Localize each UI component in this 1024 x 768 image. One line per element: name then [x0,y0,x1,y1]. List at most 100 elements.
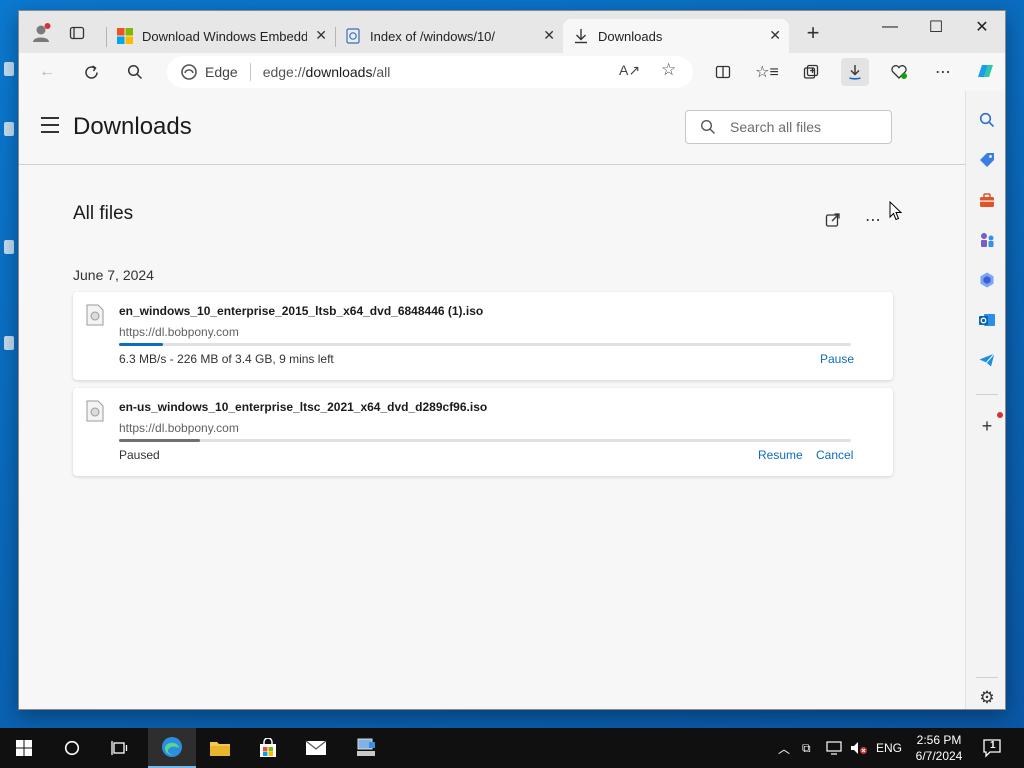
tab-title: Index of /windows/10/ [370,28,496,44]
copilot-icon [978,65,993,77]
sidebar-tools-button[interactable] [974,187,1000,213]
show-hidden-icons-button[interactable]: ︿ [778,728,790,768]
collections-button[interactable] [797,58,825,86]
sidebar-shopping-button[interactable] [974,147,1000,173]
progress-fill [119,439,200,442]
windows-logo-icon [117,28,133,44]
back-button[interactable]: ← [33,58,61,86]
desktop-icon-fragment[interactable] [4,336,14,350]
chevron-up-icon: ︿ [778,741,791,756]
sidebar-telegram-button[interactable] [974,347,1000,373]
windows-start-icon [16,740,32,756]
sidebar-games-button[interactable] [974,227,1000,253]
favorites-button[interactable]: ☆≡ [753,58,781,86]
file-explorer-button[interactable] [196,728,244,768]
tab-actions-button[interactable] [63,19,91,47]
resume-button[interactable]: Resume [758,448,803,462]
clock[interactable]: 2:56 PM 6/7/2024 [912,732,966,764]
mail-icon [305,740,327,755]
sidebar-outlook-button[interactable] [974,307,1000,333]
mail-button[interactable] [292,728,340,768]
url-path: /all [372,64,391,80]
network-app-button[interactable] [342,728,390,768]
settings-and-more-button[interactable]: ⋯ [929,58,957,86]
favorite-star-icon[interactable]: ☆ [661,60,676,80]
language-indicator[interactable]: ENG [876,728,902,768]
minimize-button[interactable]: — [867,11,913,43]
task-view-button[interactable] [96,728,144,768]
more-icon: ⋯ [935,64,951,81]
open-downloads-folder-button[interactable] [821,208,845,232]
date-group-label: June 7, 2024 [73,267,154,283]
tab-index-windows-10[interactable]: Index of /windows/10/ ✕ [335,19,563,53]
send-icon [979,353,995,367]
refresh-button[interactable] [77,58,105,86]
edge-taskbar-button[interactable] [148,728,196,768]
tab-download-windows-embedded[interactable]: Download Windows Embedded ✕ [107,19,335,53]
header-divider [19,164,965,165]
new-tab-button[interactable]: + [799,19,827,47]
tab-title: Downloads [598,28,663,44]
download-item[interactable]: en-us_windows_10_enterprise_ltsc_2021_x6… [73,388,893,476]
taskbar: ︿ ⧉ ENG 2:56 PM 6/7/2024 1 [0,728,1024,768]
close-icon[interactable]: ✕ [769,27,781,44]
cancel-button[interactable]: Cancel [816,448,853,462]
browser-essentials-button[interactable] [885,58,913,86]
maximize-button[interactable]: ☐ [913,11,959,43]
profile-button[interactable] [27,19,55,47]
sidebar-office-button[interactable] [974,267,1000,293]
office-icon [980,272,994,288]
plus-icon: + [806,20,820,45]
sidebar-search-button[interactable] [974,107,1000,133]
tab-downloads[interactable]: Downloads ✕ [563,19,789,53]
url-host: downloads [305,64,373,80]
download-item[interactable]: en_windows_10_enterprise_2015_ltsb_x64_d… [73,292,893,380]
search-taskbar-button[interactable] [48,728,96,768]
download-status: 6.3 MB/s - 226 MB of 3.4 GB, 9 mins left [119,352,334,366]
network-tray-button[interactable] [826,728,842,768]
desktop-icon-fragment[interactable] [4,122,14,136]
notification-count: 1 [990,740,996,751]
copilot-button[interactable] [971,58,999,86]
mouse-cursor-icon [889,201,903,221]
tab-strip: Download Windows Embedded ✕ Index of /wi… [19,11,1005,53]
menu-button[interactable] [41,117,59,133]
file-name[interactable]: en_windows_10_enterprise_2015_ltsb_x64_d… [119,304,483,318]
edge-icon [181,64,197,80]
outlook-icon [979,314,995,326]
collections-icon [803,64,819,79]
favorites-icon: ☆≡ [755,64,779,81]
progress-fill [119,343,163,346]
address-bar[interactable]: Edge edge://downloads/all A↗ ☆ [167,56,693,88]
start-button[interactable] [0,728,48,768]
action-center-button[interactable]: 1 [982,728,1002,768]
downloads-button[interactable] [841,58,869,86]
search-button[interactable] [121,58,149,86]
volume-tray-button[interactable] [850,728,868,768]
desktop-icon-fragment[interactable] [4,62,14,76]
close-icon[interactable]: ✕ [543,27,555,44]
file-name[interactable]: en-us_windows_10_enterprise_ltsc_2021_x6… [119,400,487,414]
profile-icon [33,23,51,42]
toolbar: ← Edge edge://downloads/all A↗ ☆ ☆≡ ⋯ [19,53,1005,91]
network-icon [826,741,842,755]
tray-icon[interactable]: ⧉ [802,728,811,768]
download-status: Paused [119,448,160,462]
search-input[interactable]: Search all files [685,110,892,144]
clock-time: 2:56 PM [916,733,962,747]
desktop-icon-fragment[interactable] [4,240,14,254]
read-aloud-icon[interactable]: A↗ [619,62,640,79]
url-text[interactable]: edge://downloads/all [263,64,391,80]
sidebar-add-button[interactable]: + [974,412,1003,439]
more-options-button[interactable]: ⋯ [861,208,885,232]
volume-muted-icon [851,742,867,754]
sidebar-settings-button[interactable]: ⚙ [974,685,1000,709]
split-screen-button[interactable] [709,58,737,86]
site-label: Edge [205,64,238,80]
pause-button[interactable]: Pause [820,352,854,366]
close-icon: ✕ [975,19,989,36]
close-icon[interactable]: ✕ [315,27,327,44]
download-icon [575,29,587,44]
store-button[interactable] [244,728,292,768]
close-window-button[interactable]: ✕ [959,11,1005,43]
